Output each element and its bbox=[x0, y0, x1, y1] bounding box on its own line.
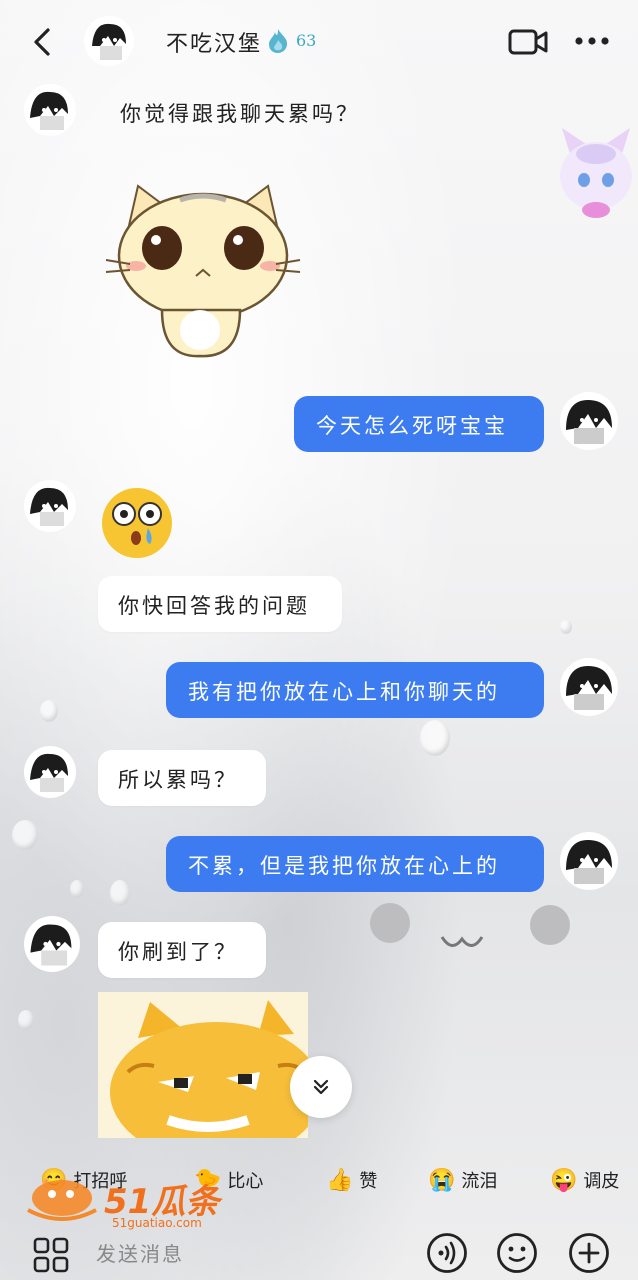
message-bubble-outgoing[interactable]: 不累，但是我把你放在心上的 bbox=[166, 836, 544, 892]
raindrop bbox=[40, 700, 58, 722]
raindrop bbox=[560, 620, 572, 634]
raindrop bbox=[12, 820, 38, 850]
self-avatar[interactable] bbox=[560, 392, 618, 450]
message-bubble-outgoing[interactable]: 今天怎么死呀宝宝 bbox=[294, 396, 544, 452]
quick-reply-label: 比心 bbox=[227, 1171, 264, 1192]
raindrop bbox=[420, 720, 450, 756]
self-avatar[interactable] bbox=[560, 832, 618, 890]
quick-reply-like[interactable]: 👍 赞 bbox=[326, 1158, 377, 1202]
chat-header: 不吃汉堡 63 bbox=[0, 0, 638, 82]
quick-reply-label: 调皮 bbox=[583, 1171, 620, 1192]
contact-avatar[interactable] bbox=[24, 916, 80, 972]
emoji-icon[interactable] bbox=[496, 1232, 538, 1274]
quick-reply-cheeky[interactable]: 😜 调皮 bbox=[550, 1158, 619, 1202]
message-bubble-incoming[interactable]: 所以累吗？ bbox=[98, 750, 266, 806]
contact-avatar[interactable] bbox=[24, 84, 76, 136]
background-face-decoration bbox=[370, 903, 570, 947]
watermark-logo: 51瓜条 51guatiao.com bbox=[22, 1164, 232, 1236]
quick-reply-tears[interactable]: 😭 流泪 bbox=[428, 1158, 497, 1202]
watermark-url: 51guatiao.com bbox=[112, 1216, 202, 1230]
back-arrow-icon[interactable] bbox=[28, 26, 56, 58]
wink-tongue-icon: 😜 bbox=[550, 1167, 578, 1193]
more-options-icon[interactable] bbox=[574, 36, 610, 46]
surprised-emoji[interactable] bbox=[98, 486, 176, 560]
message-input[interactable]: 发送消息 bbox=[96, 1238, 184, 1267]
apps-grid-icon[interactable] bbox=[32, 1236, 70, 1274]
message-text[interactable]: 你觉得跟我聊天累吗？ bbox=[120, 98, 360, 128]
scroll-to-bottom-button[interactable] bbox=[290, 1056, 352, 1118]
orange-cat-sticker[interactable] bbox=[98, 992, 308, 1138]
thumbs-up-icon: 👍 bbox=[326, 1167, 354, 1193]
raindrop bbox=[110, 880, 130, 906]
message-bubble-incoming[interactable]: 你快回答我的问题 bbox=[98, 576, 342, 632]
streak-flame-icon bbox=[269, 29, 288, 53]
contact-name[interactable]: 不吃汉堡 bbox=[166, 26, 262, 58]
message-bubble-outgoing[interactable]: 我有把你放在心上和你聊天的 bbox=[166, 662, 544, 718]
double-chevron-down-icon bbox=[313, 1079, 329, 1095]
contact-avatar[interactable] bbox=[24, 746, 76, 798]
video-call-icon[interactable] bbox=[508, 28, 548, 56]
quick-reply-label: 赞 bbox=[359, 1171, 378, 1192]
raindrop bbox=[70, 880, 84, 898]
sad-cat-sticker[interactable] bbox=[100, 180, 306, 360]
self-avatar[interactable] bbox=[556, 124, 636, 220]
contact-avatar[interactable] bbox=[24, 480, 76, 532]
message-bubble-incoming[interactable]: 你刷到了？ bbox=[98, 922, 266, 978]
crying-icon: 😭 bbox=[428, 1167, 456, 1193]
quick-reply-label: 流泪 bbox=[461, 1171, 498, 1192]
contact-avatar[interactable] bbox=[84, 16, 134, 66]
plus-icon[interactable] bbox=[568, 1232, 610, 1274]
raindrop bbox=[18, 1010, 34, 1030]
self-avatar[interactable] bbox=[560, 658, 618, 716]
streak-count: 63 bbox=[296, 31, 317, 50]
voice-message-icon[interactable] bbox=[426, 1232, 468, 1274]
